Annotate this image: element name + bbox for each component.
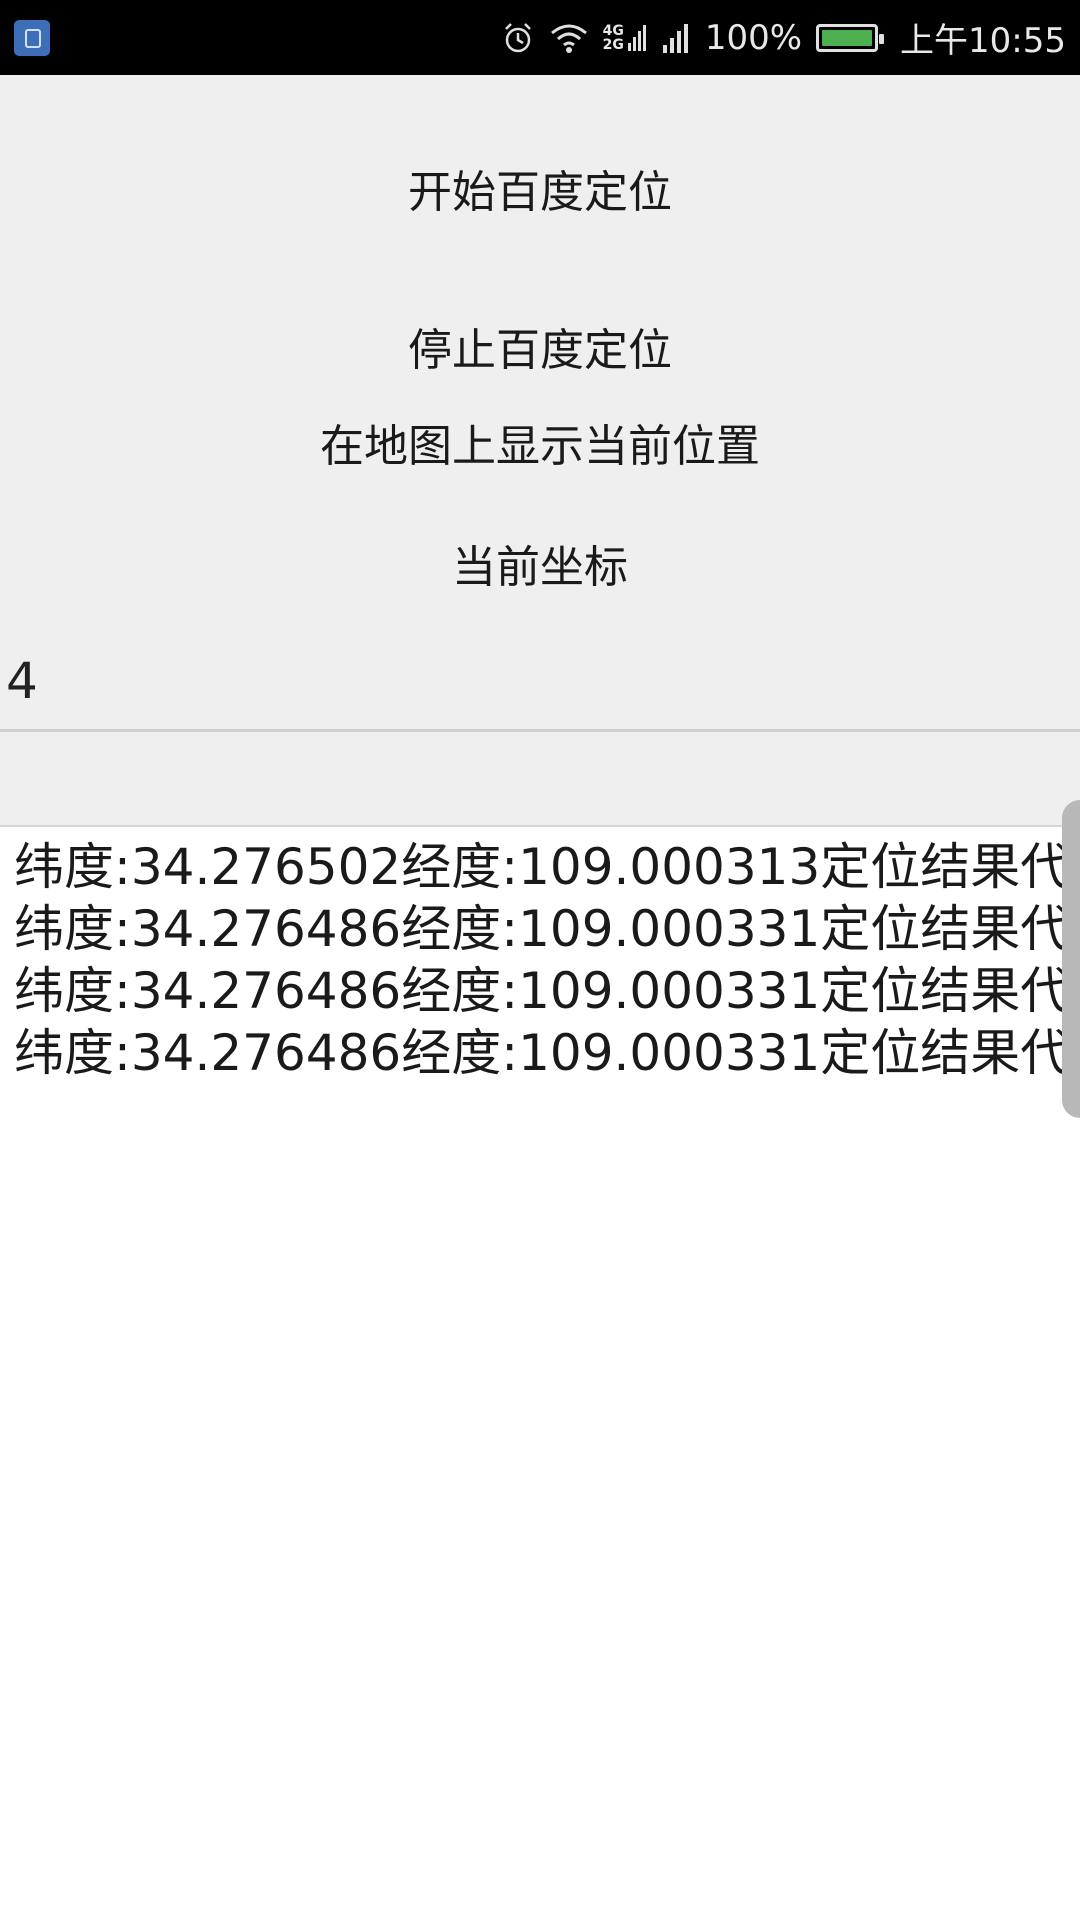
battery-percentage: 100% [704,17,803,58]
location-count: 4 [6,652,38,710]
divider-bottom [0,825,1080,827]
wifi-icon [550,24,587,53]
result-line: 纬度:34.276486经度:109.000331定位结果代码 [14,962,1080,1020]
app-notification-icon [14,20,50,56]
result-line: 纬度:34.276486经度:109.000331定位结果代码 [14,1024,1080,1082]
result-line: 纬度:34.276486经度:109.000331定位结果代码 [14,900,1080,958]
alarm-icon [504,22,531,52]
start-location-button[interactable]: 开始百度定位 [0,155,1080,221]
battery-icon [816,23,885,52]
stop-location-button[interactable]: 停止百度定位 [0,313,1080,379]
network-type-bottom: 2G [602,36,624,53]
controls-panel: 开始百度定位 停止百度定位 在地图上显示当前位置 当前坐标 [0,75,1080,825]
network-type-top: 4G [602,22,624,39]
data-signal-icon [627,24,646,51]
status-bar: 4G 2G 100% 上午10:55 [0,0,1080,75]
location-results-list[interactable]: 纬度:34.276502经度:109.000313定位结果代码 纬度:34.27… [14,836,1080,1084]
current-coordinates-label: 当前坐标 [452,542,628,593]
status-bar-right: 4G 2G 100% 上午10:55 [501,0,1066,75]
scrollbar[interactable] [1062,800,1080,1118]
result-line: 纬度:34.276502经度:109.000313定位结果代码 [14,838,1080,896]
network-type-indicator: 4G 2G [603,23,647,53]
battery-level-fill [822,29,873,46]
divider-top [0,729,1080,732]
mobile-signal-icon [662,23,688,53]
show-on-map-button[interactable]: 在地图上显示当前位置 [0,409,1080,475]
clock: 上午10:55 [900,21,1066,61]
